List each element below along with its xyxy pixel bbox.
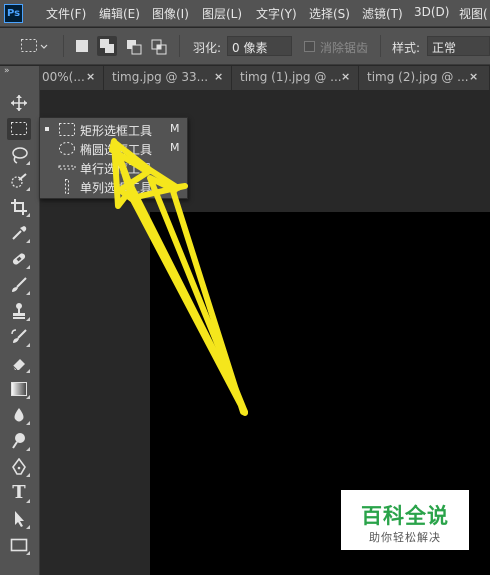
antialias-checkbox[interactable] [304,41,315,52]
submenu-indicator [26,369,30,373]
type-icon: T [12,482,26,503]
submenu-indicator [26,265,30,269]
collapse-panel-icon[interactable]: » [4,66,9,76]
submenu-indicator [26,187,30,191]
quick-selection-tool[interactable] [7,170,31,192]
new-selection-icon[interactable] [75,39,89,56]
separator [179,35,180,57]
style-select[interactable]: 正常 [427,36,490,56]
pen-tool[interactable] [7,456,31,478]
eyedropper-tool[interactable] [7,222,31,244]
feather-label: 羽化: [193,41,222,55]
flyout-item-label: 矩形选框工具 [80,124,153,138]
clone-stamp-tool[interactable] [7,300,31,322]
rectangle-marquee-icon [59,123,75,136]
history-brush-tool[interactable] [7,326,31,348]
watermark-logo: 百科全说 助你轻松解决 [341,490,469,550]
type-tool[interactable]: T [7,482,31,504]
marquee-tool[interactable] [7,118,31,140]
single-column-marquee-icon [65,179,69,194]
submenu-indicator [26,213,30,217]
intersect-selection-icon[interactable] [151,39,167,58]
submenu-indicator [26,421,30,425]
menu-select[interactable]: 选择(S) [309,5,350,22]
move-tool[interactable] [7,92,31,114]
flyout-item-label: 单行选框工具 [80,162,153,176]
menu-view[interactable]: 视图( [459,5,488,22]
flyout-item-label: 椭圆选框工具 [80,143,153,157]
tab-close-icon[interactable]: × [86,70,95,83]
tools-panel: » T [0,66,40,575]
style-label: 样式: [392,41,421,55]
menu-edit[interactable]: 编辑(E) [99,5,140,22]
watermark-subtitle: 助你轻松解决 [369,531,441,544]
path-selection-tool[interactable] [7,508,31,530]
tab-document-1[interactable]: timg.jpg @ 33... [104,66,232,90]
shortcut-key: M [170,122,180,135]
watermark-title: 百科全说 [361,504,449,528]
eraser-tool[interactable] [7,352,31,374]
selected-bullet-icon [45,127,49,131]
dodge-tool[interactable] [7,430,31,452]
photoshop-logo: Ps [4,4,23,23]
submenu-indicator [26,317,30,321]
submenu-indicator [26,395,30,399]
tab-label: timg (2).jpg @ ... [367,70,469,84]
menu-layer[interactable]: 图层(L) [202,5,242,22]
flyout-item-rectangular-marquee[interactable]: 矩形选框工具 M [40,120,187,139]
marquee-preset-icon[interactable] [20,37,50,58]
submenu-indicator [26,291,30,295]
flyout-item-single-row-marquee[interactable]: 单行选框工具 [40,158,187,177]
submenu-indicator [26,447,30,451]
gradient-tool[interactable] [7,378,31,400]
single-row-marquee-icon [58,165,76,170]
rectangular-marquee-icon [11,122,27,135]
marquee-tools-flyout: 矩形选框工具 M 椭圆选框工具 M 单行选框工具 单列选框工具 [39,117,188,199]
add-to-selection-icon[interactable] [97,36,117,59]
blur-tool[interactable] [7,404,31,426]
tab-document-2[interactable]: timg (1).jpg @ ... [232,66,359,90]
rectangle-shape-tool[interactable] [7,534,31,556]
options-bar: 羽化: 0 像素 消除锯齿 样式: 正常 [0,28,490,65]
tab-close-icon[interactable]: × [469,70,478,83]
separator [63,35,64,57]
lasso-tool[interactable] [7,144,31,166]
flyout-item-label: 单列选框工具 [80,181,153,195]
tab-label: timg (1).jpg @ ... [240,70,342,84]
menu-bar: Ps 文件(F) 编辑(E) 图像(I) 图层(L) 文字(Y) 选择(S) 滤… [0,0,490,27]
submenu-indicator [26,499,30,503]
ellipse-marquee-icon [59,142,75,155]
menu-type[interactable]: 文字(Y) [256,5,297,22]
submenu-indicator [26,239,30,243]
document-tabs: 00%(... × timg.jpg @ 33... × timg (1).jp… [40,66,490,90]
shortcut-key: M [170,141,180,154]
move-icon [11,95,27,111]
brush-tool[interactable] [7,274,31,296]
flyout-item-elliptical-marquee[interactable]: 椭圆选框工具 M [40,139,187,158]
flyout-item-single-column-marquee[interactable]: 单列选框工具 [40,177,187,196]
tab-close-icon[interactable]: × [214,70,223,83]
submenu-indicator [26,161,30,165]
separator [380,35,381,57]
menu-image[interactable]: 图像(I) [152,5,189,22]
tab-label: 00%(... [42,70,85,84]
menu-filter[interactable]: 滤镜(T) [362,5,403,22]
feather-input[interactable]: 0 像素 [227,36,292,56]
menu-3d[interactable]: 3D(D) [414,5,449,19]
healing-brush-tool[interactable] [7,248,31,270]
subtract-from-selection-icon[interactable] [126,39,142,58]
submenu-indicator [26,525,30,529]
antialias-label: 消除锯齿 [320,41,369,55]
tab-label: timg.jpg @ 33... [112,70,209,84]
crop-tool[interactable] [7,196,31,218]
tab-close-icon[interactable]: × [341,70,350,83]
submenu-indicator [26,551,30,555]
submenu-indicator [26,473,30,477]
submenu-indicator [26,343,30,347]
menu-file[interactable]: 文件(F) [46,5,86,22]
